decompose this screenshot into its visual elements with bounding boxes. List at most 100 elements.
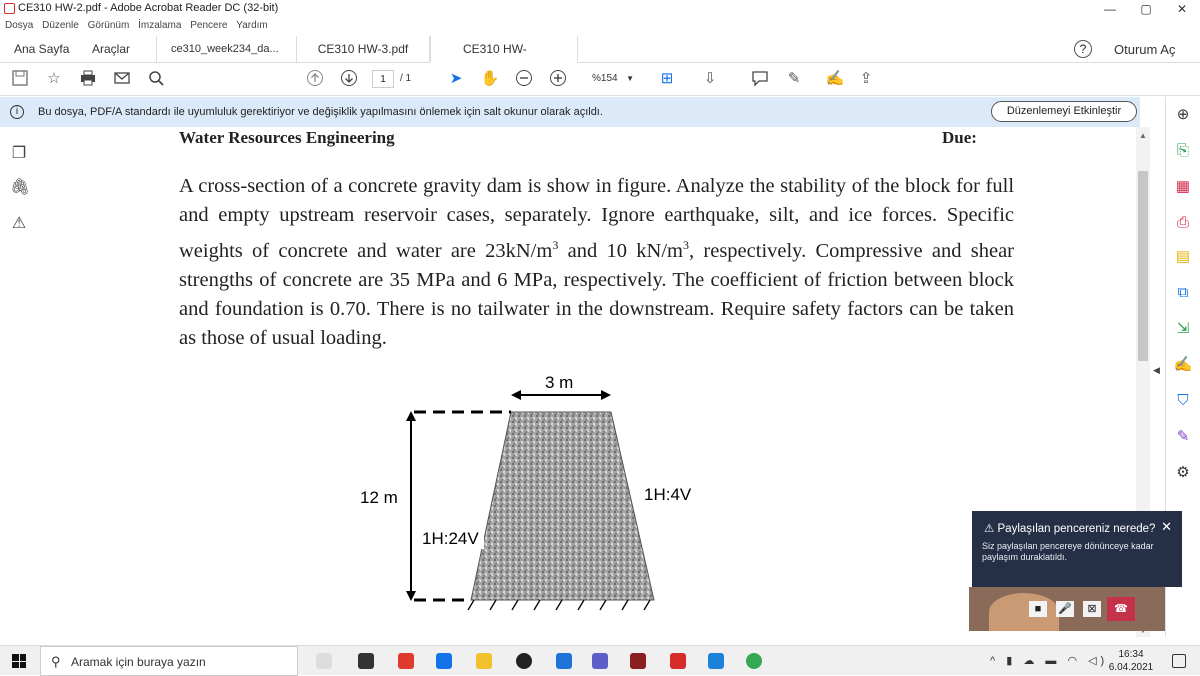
share-icon[interactable]: ⇪ [856,69,876,89]
request-signature-icon[interactable]: ✎ [1173,427,1193,447]
combine-files-icon[interactable]: ⧉ [1173,283,1193,303]
search-icon[interactable] [146,69,166,89]
zoom-search-icon[interactable]: ⊕ [1173,105,1193,125]
system-clock[interactable]: 16:34 6.04.2021 [1106,648,1156,674]
menu-help[interactable]: Yardım [236,20,268,31]
clock-time: 16:34 [1118,649,1144,660]
accessibility-icon[interactable]: ⚠ [10,215,28,233]
acrobat-app-icon [4,3,15,14]
window-title: CE310 HW-2.pdf - Adobe Acrobat Reader DC… [18,2,279,14]
acrobat-taskbar-icon[interactable] [670,653,686,669]
camera-icon[interactable]: ■ [1029,601,1047,617]
minimize-button[interactable]: — [1092,0,1128,18]
sign-in-link[interactable]: Oturum Aç [1114,42,1175,57]
system-tray[interactable]: ^ ▮ ☁ ▬ ◠ ◁) [990,654,1108,667]
zoom-out-icon[interactable] [514,69,534,89]
problem-line-1: A cross-section of a concrete gravity da… [179,175,951,197]
scroll-up-icon[interactable]: ▲ [1139,131,1147,140]
menu-bar: Dosya Düzenle Görünüm İmzalama Pencere Y… [0,18,1200,36]
page-thumbnails-icon[interactable]: ❐ [10,145,28,163]
menu-view[interactable]: Görünüm [88,20,130,31]
menu-sign[interactable]: İmzalama [138,20,181,31]
page-number-input[interactable]: 1 [372,70,394,88]
windows-start-icon[interactable] [12,654,26,668]
maximize-button[interactable]: ▢ [1128,0,1164,18]
print-icon[interactable] [78,69,98,89]
popup-title: ⚠ Paylaşılan pencereniz nerede? [984,523,1156,535]
mail-icon[interactable] [436,653,452,669]
video-call-strip: ■ 🎤 ⊠ ☎ [969,587,1165,631]
scroll-mode-icon[interactable]: ⇩ [700,69,720,89]
organize-pages-icon[interactable]: ▦ [1173,177,1193,197]
next-page-icon[interactable] [339,69,359,89]
highlight-pen-icon[interactable]: ✎ [784,69,804,89]
popup-close-icon[interactable]: ✕ [1161,519,1172,535]
hang-up-button[interactable]: ☎ [1107,597,1135,621]
tab-home[interactable]: Ana Sayfa [0,36,83,63]
zoom-in-icon[interactable] [548,69,568,89]
popup-title-text: Paylaşılan pencereniz nerede? [997,523,1156,535]
microphone-icon[interactable]: 🎤 [1056,601,1074,617]
enable-editing-button[interactable]: Düzenlemeyi Etkinleştir [991,101,1137,122]
outlook-icon[interactable] [556,653,572,669]
comment-icon[interactable] [750,69,770,89]
dam-body [470,411,655,601]
hand-tool-icon[interactable]: ✋ [480,69,500,89]
search-icon: ⚲ [51,654,61,669]
winrar-icon[interactable] [630,653,646,669]
title-bar: CE310 HW-2.pdf - Adobe Acrobat Reader DC… [0,0,1200,18]
right-panel-toggle-icon[interactable]: ◀ [1153,365,1160,376]
store-icon[interactable] [358,653,374,669]
comment-tool-icon[interactable]: ▤ [1173,247,1193,267]
zoom-select[interactable]: %154 ▼ [586,70,638,88]
help-icon[interactable]: ? [1074,40,1092,58]
left-navigation-rail: ❐ 🖇 ⚠ [0,127,38,637]
page-fit-icon[interactable]: ⊞ [657,69,677,89]
attachment-icon[interactable]: 🖇 [10,179,30,197]
compress-pdf-icon[interactable]: ⇲ [1173,319,1193,339]
tab-doc-hw3[interactable]: CE310 HW-3.pdf [297,36,430,63]
close-window-button[interactable]: ✕ [1164,0,1200,18]
select-arrow-icon[interactable]: ➤ [446,69,466,89]
problem-line-3c: , respectively. Compressive [688,239,923,262]
notification-center-icon[interactable] [1172,654,1186,668]
menu-window[interactable]: Pencere [190,20,227,31]
page-total: / 1 [400,73,412,84]
export-pdf-icon[interactable]: ⎙ [1173,213,1193,233]
save-icon[interactable] [10,69,30,89]
more-tools-icon[interactable]: ⚙ [1173,463,1193,483]
protect-shield-icon[interactable]: ⛉ [1173,391,1193,411]
chrome-icon[interactable] [746,653,762,669]
menu-edit[interactable]: Düzenle [42,20,79,31]
windows-taskbar: ⚲ Aramak için buraya yazın ^ ▮ ☁ ▬ ◠ ◁) … [0,645,1200,676]
email-icon[interactable] [112,69,132,89]
bookmark-star-icon[interactable]: ☆ [44,69,64,89]
label-height: 12 m [360,488,398,507]
media-player-icon[interactable] [516,653,532,669]
previous-page-icon[interactable] [305,69,325,89]
window-controls: — ▢ ✕ [1092,0,1200,18]
label-downstream-slope: 1H:4V [644,485,692,504]
fill-sign-icon[interactable]: ✍ [1173,355,1193,375]
foundation-hatching [467,599,651,611]
dam-cross-section-figure: 3 m 12 m 1H:4V 1H:24V [360,373,692,611]
info-icon: i [10,105,24,119]
tab-doc-week234[interactable]: ce310_week234_da... [157,36,297,63]
video-player-icon[interactable] [708,653,724,669]
menu-file[interactable]: Dosya [5,20,33,31]
scroll-thumb[interactable] [1138,171,1148,361]
sign-icon[interactable]: ✍ [822,69,848,89]
tab-doc-hw2[interactable]: CE310 HW-2.pdf× [430,36,578,82]
file-explorer-icon[interactable] [476,653,492,669]
teams-icon[interactable] [592,653,608,669]
tab-tools[interactable]: Araçlar [78,36,157,63]
taskbar-search-placeholder: Aramak için buraya yazın [71,655,206,669]
office-icon[interactable] [398,653,414,669]
task-view-icon[interactable] [316,653,332,669]
taskbar-search[interactable]: ⚲ Aramak için buraya yazın [40,646,298,676]
stop-share-icon[interactable]: ⊠ [1083,601,1101,617]
problem-statement: A cross-section of a concrete gravity da… [179,172,1014,354]
create-pdf-icon[interactable]: ⎘ [1173,141,1193,161]
clock-date: 6.04.2021 [1108,662,1154,673]
width-arrow-right [601,390,611,400]
